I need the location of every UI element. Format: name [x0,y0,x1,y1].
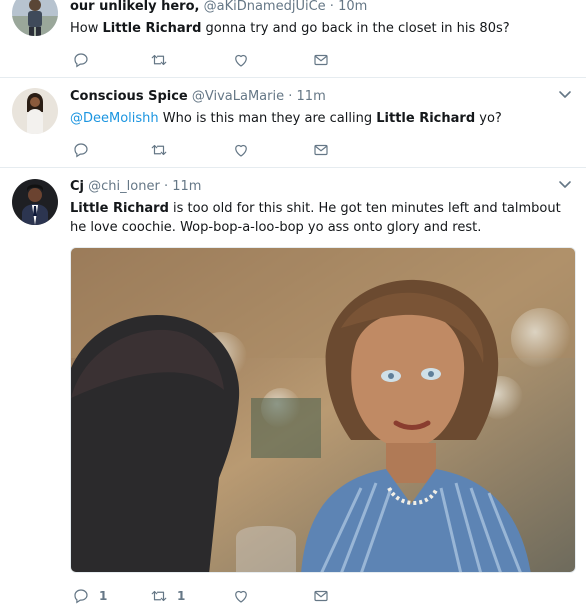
chevron-down-icon[interactable] [558,180,572,190]
avatar[interactable] [12,0,58,36]
tweet-text-part: gonna try and go back in the closet in h… [201,21,510,36]
tweet-actions: 1 1 [72,586,372,606]
tweet-actions [72,50,372,70]
direct-message-icon [314,144,328,156]
bold-text: Little Richard [376,111,476,126]
retweet-button[interactable] [150,140,168,160]
reply-button[interactable] [72,50,90,70]
retweet-button[interactable] [150,50,168,70]
separator: · [163,179,169,194]
tweet-text: How Little Richard gonna try and go back… [70,19,574,38]
tweet-header: Conscious Spice @VivaLaMarie · 11m [70,88,574,106]
retweet-icon [151,590,167,602]
reply-button[interactable]: 1 [72,586,107,606]
display-name[interactable]: Conscious Spice [70,89,188,104]
reply-icon [74,589,88,604]
tweet-header: our unlikely hero, @aKiDnamedjUiCe · 10m [70,0,574,16]
separator: · [329,0,334,14]
separator: · [288,89,293,104]
like-icon [235,54,247,67]
hashtag-like-bold: Little Richard [102,21,202,36]
tweet-media-image[interactable] [70,247,576,573]
tweet[interactable]: Cj @chi_loner · 11m Little Richard is to… [0,168,586,611]
tweet[interactable]: Conscious Spice @VivaLaMarie · 11m @DeeM… [0,78,586,168]
like-icon [235,590,247,603]
display-name[interactable]: our unlikely hero, [70,0,199,14]
tweet-text: @DeeMolishh Who is this man they are cal… [70,109,574,128]
tweet-text-part: Who is this man they are calling [158,111,377,126]
tweet-text-part: How [70,21,103,36]
like-button[interactable] [232,586,250,606]
tweet-text: Little Richard is too old for this shit.… [70,199,574,237]
direct-message-button[interactable] [312,50,330,70]
reply-icon [74,53,88,68]
tweet-header: Cj @chi_loner · 11m [70,178,574,196]
bold-text: Little Richard [70,201,169,216]
username[interactable]: @VivaLaMarie [192,89,284,104]
tweet-text-part: yo? [475,111,502,126]
mention-link[interactable]: @DeeMolishh [70,111,159,126]
display-name[interactable]: Cj [70,179,84,194]
retweet-icon [151,144,167,156]
retweet-button[interactable]: 1 [150,586,185,606]
retweet-icon [151,54,167,66]
username[interactable]: @chi_loner [88,179,160,194]
reply-count: 1 [99,589,108,603]
timestamp[interactable]: 11m [172,179,201,194]
tweet[interactable]: our unlikely hero, @aKiDnamedjUiCe · 10m… [0,0,586,78]
chevron-down-icon[interactable] [558,90,572,100]
timestamp[interactable]: 11m [297,89,326,104]
direct-message-icon [314,590,328,602]
retweet-count: 1 [177,589,186,603]
reply-button[interactable] [72,140,90,160]
avatar[interactable] [12,88,58,134]
timestamp[interactable]: 10m [338,0,367,14]
like-button[interactable] [232,50,250,70]
reply-icon [74,143,88,158]
direct-message-button[interactable] [312,140,330,160]
tweet-actions [72,140,372,160]
avatar[interactable] [12,179,58,225]
like-button[interactable] [232,140,250,160]
username[interactable]: @aKiDnamedjUiCe [204,0,326,14]
like-icon [235,144,247,157]
direct-message-icon [314,54,328,66]
direct-message-button[interactable] [312,586,330,606]
